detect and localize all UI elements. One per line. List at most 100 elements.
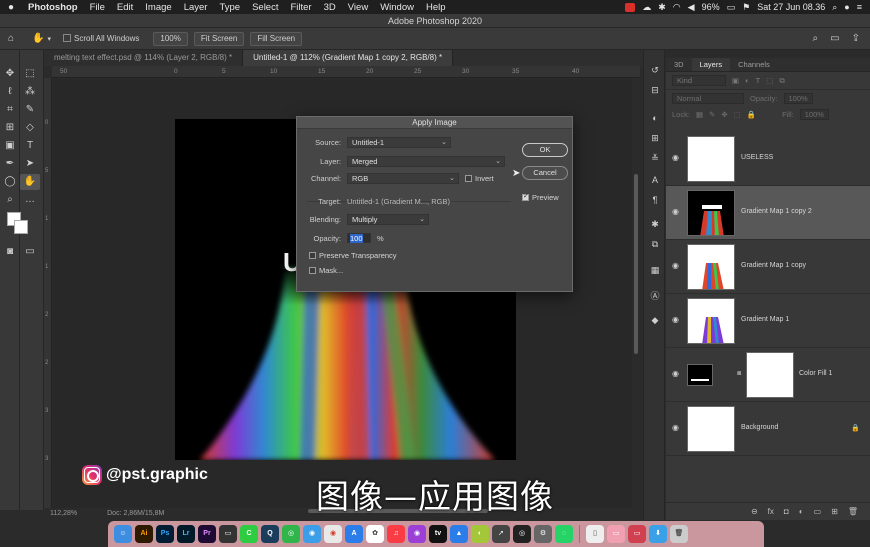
lock-artboard-icon[interactable]: ⬚ [734,110,741,119]
preview-option[interactable]: Preview [522,192,559,202]
menu-file[interactable]: File [84,2,111,13]
camtasia-icon[interactable]: C [240,525,258,543]
lock-pixels-icon[interactable]: ▦ [696,110,703,119]
chevron-down-icon[interactable]: ▾ [48,35,52,43]
brush-tool-icon[interactable]: ✎ [20,102,40,118]
hand-tool-icon[interactable]: ✋ [32,33,44,44]
layer-name[interactable]: USELESS [741,154,773,161]
menu-3d[interactable]: 3D [318,2,342,13]
tab-3d[interactable]: 3D [666,58,692,71]
filter-kind-select[interactable]: Kind [672,75,726,86]
mask-option[interactable]: Mask... [309,266,343,275]
menu-app[interactable]: Photoshop [22,2,84,13]
source-select[interactable]: Untitled-1 ⌄ [347,137,451,148]
link-chain-icon[interactable]: ⧈ [737,370,741,378]
illustrator-icon[interactable]: Ai [135,525,153,543]
gradient-tool-icon[interactable]: ▣ [0,138,20,154]
bluetooth-icon[interactable]: ✱ [658,2,666,13]
menu-type[interactable]: Type [213,2,246,13]
shape-tool-icon[interactable]: ◯ [0,174,20,190]
layer-row-color-fill[interactable]: ◉ ⧈ Color Fill 1 [666,348,870,402]
menu-help[interactable]: Help [420,2,452,13]
android-icon[interactable]: ◐ [471,525,489,543]
filter-adjust-icon[interactable]: ◐ [745,76,750,85]
more-tools-icon[interactable]: … [20,192,40,208]
scroll-all-checkbox[interactable] [63,34,72,42]
layer-row-useless[interactable]: ◉ USELESS [666,132,870,186]
dialog-title[interactable]: Apply Image [297,117,572,129]
invert-option[interactable]: Invert [465,174,494,183]
podcasts-icon[interactable]: ◉ [408,525,426,543]
stamp-tool-icon[interactable]: ⊞ [0,120,20,136]
cancel-button[interactable]: Cancel [522,166,568,180]
stack-icon[interactable]: ▭ [628,525,646,543]
wifi-icon[interactable]: ◠ [673,2,681,13]
visibility-eye-icon[interactable]: ◉ [672,369,679,378]
libraries-icon[interactable]: ⊞ [647,130,663,146]
premiere-icon[interactable]: Pr [198,525,216,543]
share-icon[interactable]: ⇪ [852,33,860,44]
quick-mask-icon[interactable]: ◙ [0,244,20,260]
quicktime-icon[interactable]: Q [261,525,279,543]
keynote-icon[interactable]: ▲ [450,525,468,543]
app-store-icon[interactable]: A [345,525,363,543]
filter-shape-icon[interactable]: ⬚ [766,76,773,85]
layer-fill-input[interactable]: 100% [799,108,829,120]
brush-settings-icon[interactable]: ✱ [647,216,663,232]
photos-icon[interactable]: ✿ [366,525,384,543]
visibility-eye-icon[interactable]: ◉ [672,207,679,216]
lock-move-icon[interactable]: ✥ [721,110,727,119]
lightroom-icon[interactable]: Lr [177,525,195,543]
background-color-swatch[interactable] [14,220,28,234]
filter-type-icon[interactable]: T [756,76,761,85]
layer-row-gradient-map-copy[interactable]: ◉ Gradient Map 1 copy [666,240,870,294]
doc-tab-untitled[interactable]: Untitled-1 @ 112% (Gradient Map 1 copy 2… [243,50,454,66]
filter-pixel-icon[interactable]: ▣ [732,76,739,85]
user-icon[interactable]: ● [844,2,849,12]
magic-wand-tool-icon[interactable]: ⁂ [20,84,40,100]
obs-icon[interactable]: ◎ [513,525,531,543]
paragraph-icon[interactable]: ¶ [647,192,663,208]
downloads-icon[interactable]: ⬇ [649,525,667,543]
volume-icon[interactable]: ◀ [688,2,695,13]
home-icon[interactable]: ⌂ [8,33,14,44]
visibility-eye-icon[interactable]: ◉ [672,315,679,324]
safari-icon[interactable]: ◉ [303,525,321,543]
blend-mode-select[interactable]: Normal [672,92,744,104]
battery-icon[interactable]: ▭ [727,2,736,13]
pen-tool-icon[interactable]: ✒ [0,156,20,172]
cloud-icon[interactable]: ☁ [642,2,651,13]
zoom-tool-icon[interactable]: ⌕ [0,192,20,208]
history-icon[interactable]: ↺ [647,62,663,78]
hand-tool-icon[interactable]: ✋ [20,174,40,190]
layer-name[interactable]: Color Fill 1 [799,370,832,377]
apple-tv-icon[interactable]: tv [429,525,447,543]
paths-icon[interactable]: ◆ [647,312,663,328]
photoshop-icon[interactable]: Ps [156,525,174,543]
menu-layer[interactable]: Layer [178,2,214,13]
blending-select[interactable]: Multiply ⌄ [347,214,429,225]
menu-list-icon[interactable]: ≡ [857,2,862,12]
visibility-eye-icon[interactable]: ◉ [672,261,679,270]
menu-window[interactable]: Window [374,2,420,13]
character-icon[interactable]: A [647,172,663,188]
workspace-icon[interactable]: ▭ [830,33,839,44]
menu-edit[interactable]: Edit [111,2,139,13]
layer-name[interactable]: Gradient Map 1 copy 2 [741,208,812,215]
search-icon[interactable]: ⌕ [832,2,837,13]
swatches-icon[interactable]: ▦ [647,262,663,278]
record-icon[interactable] [625,2,636,12]
messages-icon[interactable]: ◌ [555,525,573,543]
sliders-icon[interactable]: ≚ [647,150,663,166]
menu-image[interactable]: Image [139,2,177,13]
fill-screen-button[interactable]: Fill Screen [250,31,303,46]
lock-paint-icon[interactable]: ✎ [709,110,715,119]
properties-icon[interactable]: ⊟ [647,82,663,98]
preserve-transparency-checkbox[interactable] [309,252,316,259]
chrome-icon[interactable]: ◉ [324,525,342,543]
doc-tab-melting[interactable]: melting text effect.psd @ 114% (Layer 2,… [44,50,244,66]
rocket-icon[interactable]: ➚ [492,525,510,543]
apple-icon[interactable]: ● [0,2,22,13]
layer-select[interactable]: Merged ⌄ [347,156,505,167]
tab-channels[interactable]: Channels [730,58,778,71]
